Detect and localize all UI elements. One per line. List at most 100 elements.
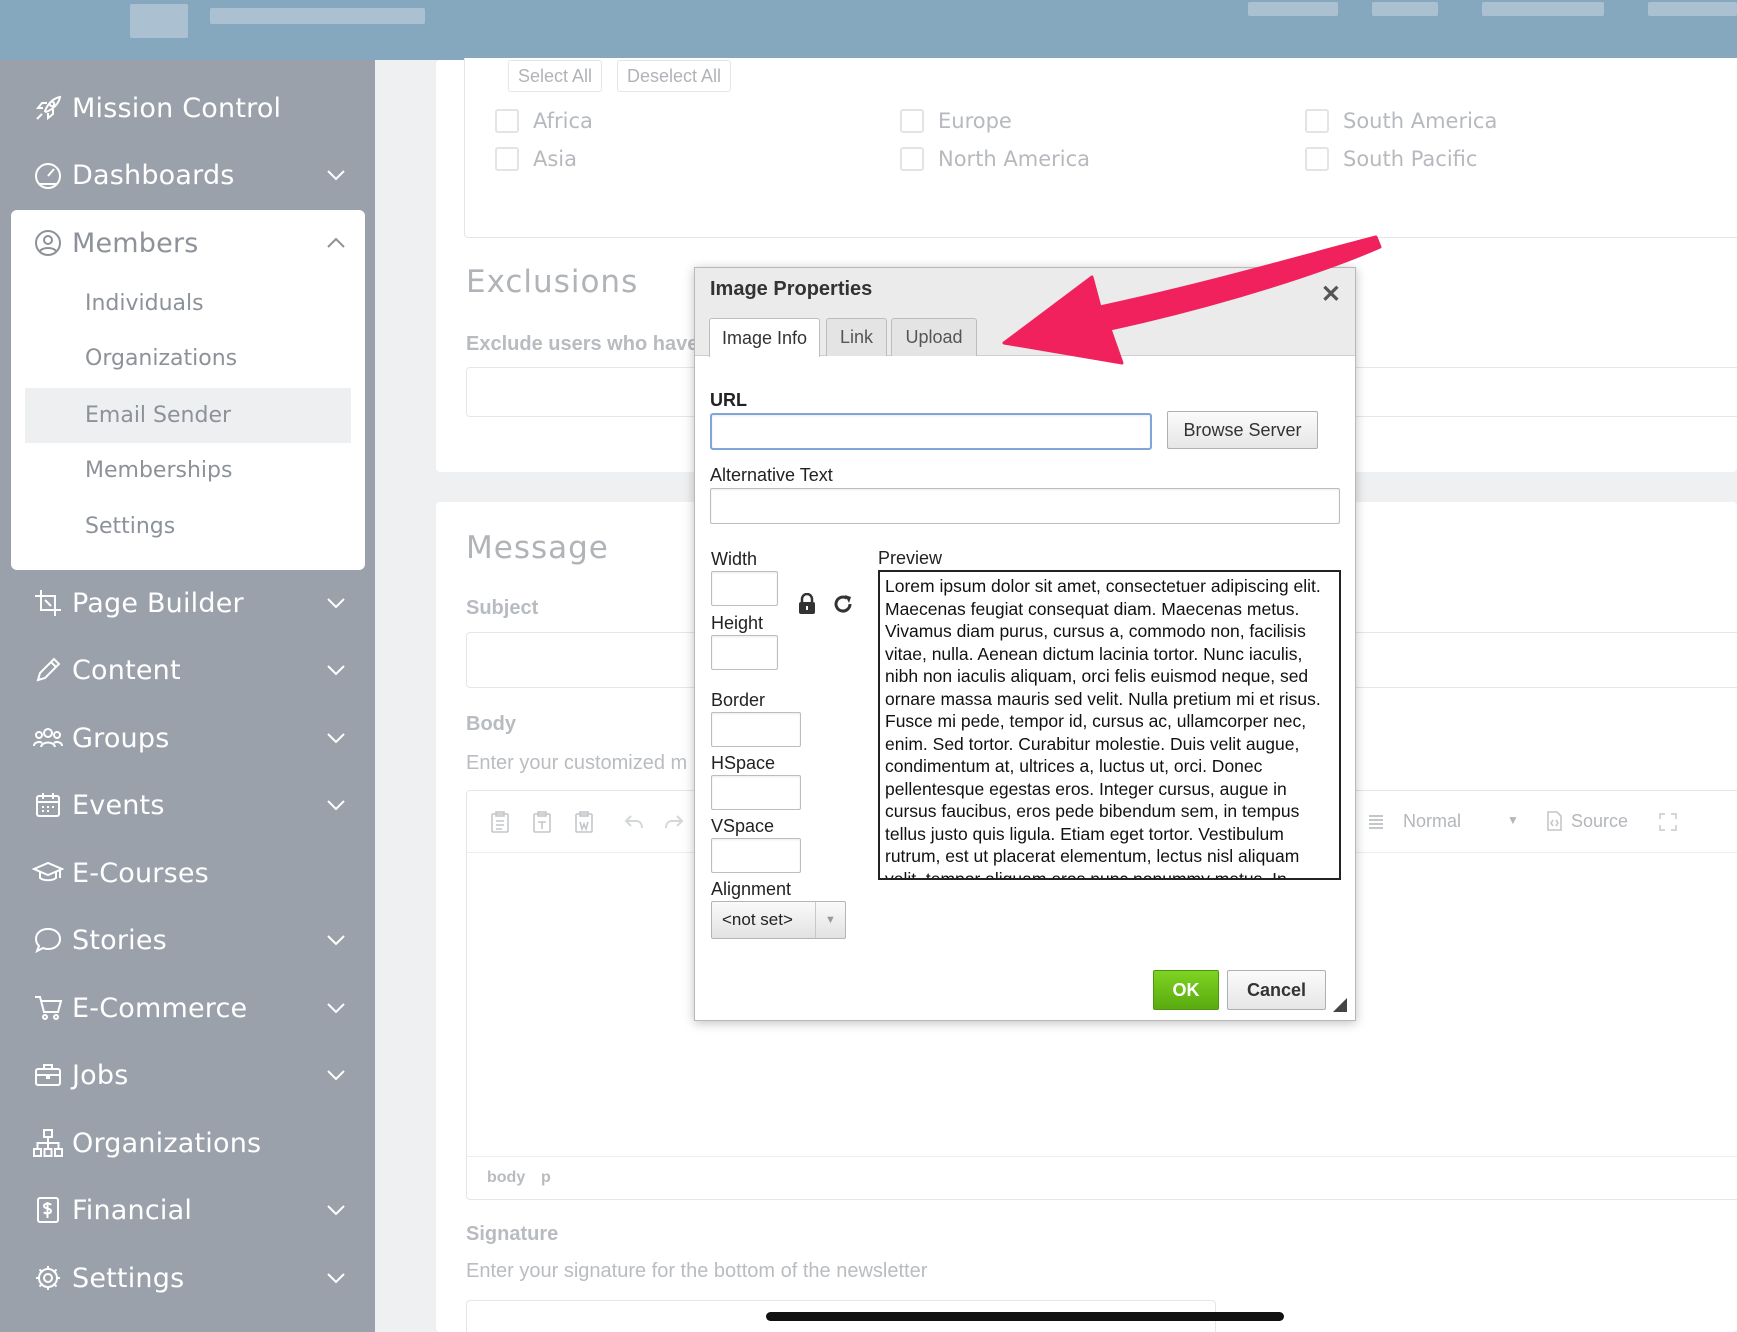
deselect-all-button[interactable]: Deselect All (617, 60, 732, 92)
sidebar-item-settings[interactable]: Settings (0, 1245, 375, 1311)
alignment-value: <not set> (722, 910, 793, 929)
border-input[interactable] (711, 712, 801, 747)
alt-text-input[interactable] (710, 488, 1340, 524)
chevron-down-icon (327, 665, 345, 676)
sidebar-item-organizations[interactable]: Organizations (0, 1110, 375, 1176)
preview-label: Preview (878, 548, 943, 568)
home-indicator (766, 1312, 1284, 1321)
vspace-input[interactable] (711, 838, 801, 873)
body-label: Body (466, 713, 516, 735)
sidebar-item-events[interactable]: Events (0, 772, 375, 838)
checkbox-south-america[interactable] (1305, 109, 1329, 133)
message-title: Message (466, 530, 609, 566)
sidebar-item-page-builder[interactable]: Page Builder (0, 570, 375, 636)
body-hint: Enter your customized m (466, 752, 688, 774)
exclusions-title: Exclusions (466, 264, 639, 300)
sidebar-item-e-courses[interactable]: E-Courses (0, 840, 375, 906)
sidebar-item-groups[interactable]: Groups (0, 705, 375, 771)
checkbox-south-pacific[interactable] (1305, 147, 1329, 171)
sidebar-item-content[interactable]: Content (0, 637, 375, 703)
hspace-input[interactable] (711, 775, 801, 810)
paste-word-icon[interactable] (573, 811, 595, 833)
vspace-label: VSpace (711, 816, 775, 836)
sidebar-sub-individuals[interactable]: Individuals (25, 276, 351, 331)
url-input[interactable] (710, 413, 1152, 450)
checkbox-africa[interactable] (495, 109, 519, 133)
reset-size-icon[interactable] (832, 593, 854, 615)
chevron-down-icon (327, 598, 345, 609)
regions-box: Select All Deselect All Africa Europe So… (464, 58, 1737, 238)
sidebar-item-jobs[interactable]: Jobs (0, 1042, 375, 1108)
chevron-down-icon (327, 1273, 345, 1284)
width-input[interactable] (711, 571, 778, 606)
sidebar-item-stories[interactable]: Stories (0, 907, 375, 973)
sidebar-item-label: Jobs (72, 1059, 129, 1091)
chevron-down-icon (327, 1003, 345, 1014)
checkbox-north-america[interactable] (900, 147, 924, 171)
maximize-icon[interactable] (1657, 811, 1679, 833)
format-dropdown-caret-icon: ▼ (1507, 813, 1519, 827)
path-p[interactable]: p (541, 1169, 551, 1187)
graduation-cap-icon (32, 857, 64, 889)
url-label: URL (710, 390, 747, 410)
browse-server-button[interactable]: Browse Server (1167, 411, 1318, 449)
pencil-icon (32, 654, 64, 686)
chevron-down-icon (327, 170, 345, 181)
tab-link[interactable]: Link (826, 318, 887, 356)
sidebar-sub-email-sender[interactable]: Email Sender (25, 388, 351, 443)
sidebar-item-dashboards[interactable]: Dashboards (0, 142, 375, 208)
format-dropdown[interactable]: Normal (1403, 811, 1461, 832)
blurred-nav-2 (1372, 2, 1438, 16)
paste-text-icon[interactable] (531, 811, 553, 833)
gear-icon (32, 1262, 64, 1294)
sidebar-sub-memberships[interactable]: Memberships (25, 443, 351, 498)
chevron-down-icon (327, 800, 345, 811)
sidebar-item-members[interactable]: Members (11, 210, 365, 276)
chevron-down-icon: ▼ (815, 902, 845, 938)
cancel-button[interactable]: Cancel (1227, 970, 1326, 1010)
annotation-arrow-icon (1002, 235, 1382, 365)
checkbox-label-south-america: South America (1343, 109, 1498, 133)
ok-button[interactable]: OK (1153, 970, 1219, 1010)
sidebar-sub-organizations[interactable]: Organizations (25, 331, 351, 386)
sidebar-item-label: Dashboards (72, 159, 235, 191)
path-body[interactable]: body (487, 1169, 525, 1187)
paste-icon[interactable] (489, 811, 511, 833)
sidebar-item-mission-control[interactable]: Mission Control (0, 75, 375, 141)
blurred-app-name (210, 8, 425, 24)
sidebar-sub-settings[interactable]: Settings (25, 499, 351, 554)
tab-upload[interactable]: Upload (891, 318, 977, 356)
resize-handle-icon[interactable] (1333, 998, 1347, 1012)
signature-label: Signature (466, 1223, 559, 1245)
gauge-icon (32, 159, 64, 191)
sidebar-item-financial[interactable]: Financial (0, 1177, 375, 1243)
image-properties-dialog: Image Properties ✕ Image Info Link Uploa… (694, 267, 1356, 1021)
sidebar-item-label: E-Courses (72, 857, 209, 889)
select-all-button[interactable]: Select All (508, 60, 603, 92)
hspace-label: HSpace (711, 753, 776, 773)
tab-image-info[interactable]: Image Info (709, 318, 820, 357)
members-panel: Members Individuals Organizations Email … (11, 210, 365, 570)
source-label[interactable]: Source (1571, 811, 1628, 832)
height-input[interactable] (711, 635, 778, 670)
checkbox-asia[interactable] (495, 147, 519, 171)
source-icon[interactable] (1543, 810, 1565, 832)
blurred-nav-4 (1648, 2, 1737, 16)
height-label: Height (711, 613, 764, 633)
alt-text-label: Alternative Text (710, 465, 833, 485)
redo-icon[interactable] (663, 811, 685, 833)
subject-label: Subject (466, 597, 539, 619)
sidebar-item-label: E-Commerce (72, 992, 248, 1024)
alignment-select[interactable]: <not set> ▼ (711, 901, 846, 939)
top-bar (0, 0, 1737, 60)
checkbox-europe[interactable] (900, 109, 924, 133)
chevron-down-icon (327, 1070, 345, 1081)
undo-icon[interactable] (623, 811, 645, 833)
sidebar-item-e-commerce[interactable]: E-Commerce (0, 975, 375, 1041)
lock-icon[interactable] (798, 593, 816, 615)
border-label: Border (711, 690, 766, 710)
blurred-logo (130, 4, 188, 38)
sidebar-item-label: Groups (72, 722, 170, 754)
justify-icon[interactable] (1365, 811, 1387, 833)
sidebar-item-label: Content (72, 654, 181, 686)
